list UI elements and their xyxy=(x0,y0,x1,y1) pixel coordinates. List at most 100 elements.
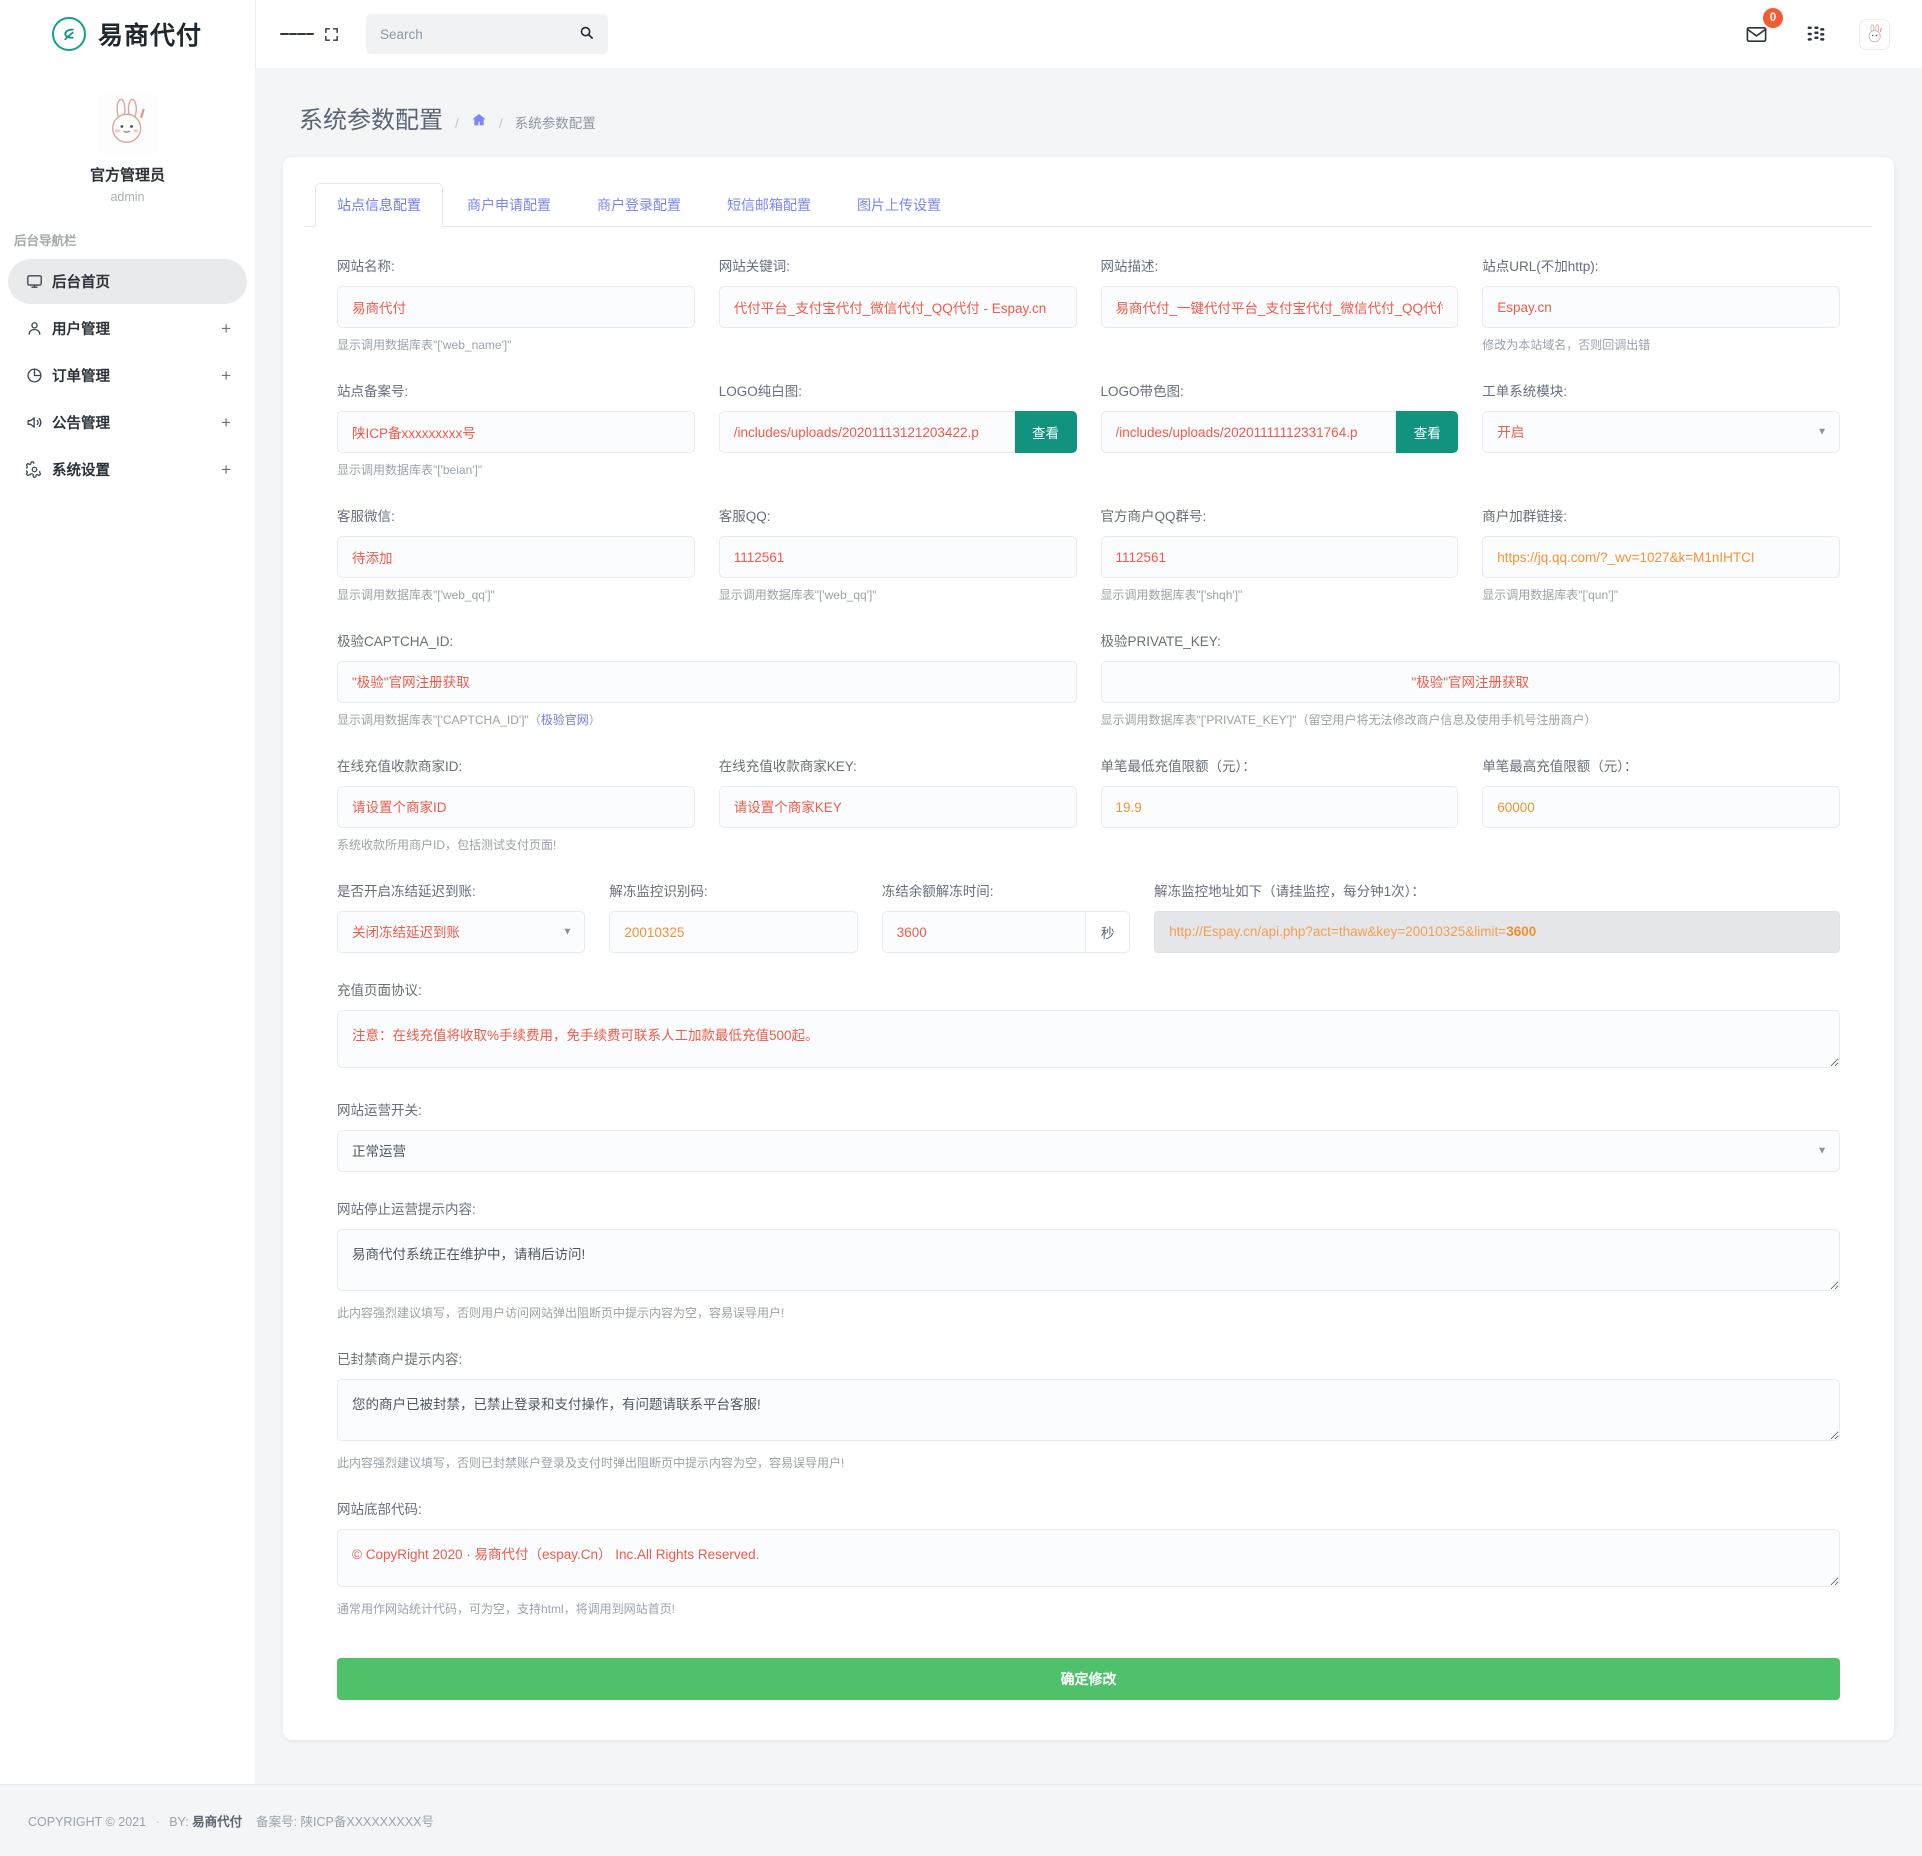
field-stop-notice: 网站停止运营提示内容: 易商代付系统正在维护中，请稍后访问! 此内容强烈建议填写… xyxy=(337,1198,1840,1322)
pie-chart-icon xyxy=(26,367,52,384)
sidebar-item-announcements[interactable]: 公告管理 + xyxy=(8,400,247,445)
thaw-url-prefix: http://Espay.cn/api.php?act=thaw&key=200… xyxy=(1169,924,1507,939)
hint-text: 显示调用数据库表"['CAPTCHA_ID']"（ xyxy=(337,713,541,727)
captcha-id-input[interactable] xyxy=(337,661,1077,703)
select-wrapper: 开启 ▼ xyxy=(1482,411,1840,453)
field-label: 网站停止运营提示内容: xyxy=(337,1202,476,1217)
web-keywords-input[interactable] xyxy=(718,286,1077,328)
field-web-name: 网站名称: 显示调用数据库表"['web_name']" xyxy=(337,255,695,354)
ticket-module-select[interactable]: 开启 xyxy=(1482,411,1840,453)
page-title: 系统参数配置 xyxy=(299,107,443,134)
sidebar-item-dashboard[interactable]: 后台首页 xyxy=(8,259,247,304)
tab-merchant-apply[interactable]: 商户申请配置 xyxy=(445,183,573,227)
kefu-wechat-input[interactable] xyxy=(337,536,695,578)
expand-plus-icon[interactable]: + xyxy=(221,460,231,480)
thaw-key-input[interactable] xyxy=(609,911,858,953)
footer-code-textarea[interactable]: © CopyRight 2020 · 易商代付（espay.Cn） Inc.Al… xyxy=(337,1529,1840,1587)
monitor-icon xyxy=(26,273,52,290)
field-label: 冻结余额解冻时间: xyxy=(881,884,994,899)
qq-group-input[interactable] xyxy=(1100,536,1459,578)
field-thaw-key: 解冻监控识别码: xyxy=(609,880,858,953)
select-wrapper: 关闭冻结延迟到账 ▼ xyxy=(337,911,586,953)
sidebar-item-orders[interactable]: 订单管理 + xyxy=(8,353,247,398)
field-footer-code: 网站底部代码: © CopyRight 2020 · 易商代付（espay.Cn… xyxy=(337,1498,1840,1618)
field-private-key: 极验PRIVATE_KEY: 显示调用数据库表"['PRIVATE_KEY']"… xyxy=(1100,630,1840,729)
field-max-recharge: 单笔最高充值限额（元）： xyxy=(1482,755,1840,828)
sidebar-profile: 官方管理员 admin xyxy=(0,68,255,204)
input-group: 秒 xyxy=(881,911,1131,953)
field-hint: 修改为本站域名，否则回调出错 xyxy=(1482,338,1651,352)
operation-switch-select[interactable]: 正常运营 xyxy=(337,1130,1840,1172)
geetest-official-link[interactable]: 极验官网 xyxy=(541,713,589,727)
page-footer: COPYRIGHT © 2021 · BY: 易商代付 备案号: 陕ICP备XX… xyxy=(0,1784,1922,1856)
mail-badge: 0 xyxy=(1763,8,1783,28)
profile-name: 官方管理员 xyxy=(89,167,165,184)
beian-input[interactable] xyxy=(337,411,695,453)
min-recharge-input[interactable] xyxy=(1100,786,1459,828)
input-group: 查看 xyxy=(1100,411,1459,453)
select-wrapper: 正常运营 ▼ xyxy=(337,1130,1840,1172)
field-hint: 显示调用数据库表"['web_qq']" xyxy=(337,588,495,602)
search-input[interactable] xyxy=(380,26,579,42)
logo-color-input[interactable] xyxy=(1100,411,1397,453)
expand-plus-icon[interactable]: + xyxy=(221,413,231,433)
tab-site-info[interactable]: 站点信息配置 xyxy=(315,183,443,227)
search-icon[interactable] xyxy=(579,25,594,44)
home-icon[interactable] xyxy=(471,112,487,133)
tab-merchant-login[interactable]: 商户登录配置 xyxy=(575,183,703,227)
search-box[interactable] xyxy=(366,14,608,54)
web-description-input[interactable] xyxy=(1100,286,1459,328)
site-url-input[interactable] xyxy=(1482,286,1840,328)
field-hint: 显示调用数据库表"['qun']" xyxy=(1482,588,1619,602)
field-hint: 此内容强烈建议填写，否则已封禁账户登录及支付时弹出阻断页中提示内容为空，容易误导… xyxy=(337,1456,845,1470)
thaw-monitor-url: http://Espay.cn/api.php?act=thaw&key=200… xyxy=(1154,911,1841,953)
group-link-input[interactable] xyxy=(1482,536,1840,578)
max-recharge-input[interactable] xyxy=(1482,786,1840,828)
user-avatar-icon[interactable] xyxy=(1859,18,1890,50)
field-hint: 此内容强烈建议填写，否则用户访问网站弹出阻断页中提示内容为空，容易误导用户! xyxy=(337,1306,785,1320)
recharge-agreement-textarea[interactable]: 注意：在线充值将收取%手续费用，免手续费可联系人工加款最低充值500起。 xyxy=(337,1010,1840,1068)
kefu-qq-input[interactable] xyxy=(718,536,1077,578)
submit-button[interactable]: 确定修改 xyxy=(337,1658,1840,1700)
field-label: 解冻监控地址如下（请挂监控，每分钟1次）： xyxy=(1154,884,1425,899)
profile-username: admin xyxy=(110,190,145,204)
field-web-description: 网站描述: xyxy=(1100,255,1459,328)
brand-logo[interactable]: 易商代付 xyxy=(0,0,255,68)
tab-bar: 站点信息配置 商户申请配置 商户登录配置 短信邮箱配置 图片上传设置 xyxy=(305,183,1872,227)
mail-icon[interactable]: 0 xyxy=(1739,8,1783,51)
field-label: 商户加群链接: xyxy=(1482,509,1568,524)
logo-color-view-button[interactable]: 查看 xyxy=(1396,411,1459,453)
form-row: 在线充值收款商家ID: 系统收款所用商户ID，包括测试支付页面! 在线充值收款商… xyxy=(337,755,1840,876)
web-name-input[interactable] xyxy=(337,286,695,328)
logo-white-view-button[interactable]: 查看 xyxy=(1014,411,1077,453)
form-row: 站点备案号: 显示调用数据库表"['beian']" LOGO纯白图: 查看 xyxy=(337,380,1840,501)
field-hint: 系统收款所用商户ID，包括测试支付页面! xyxy=(337,838,557,852)
merchant-key-input[interactable] xyxy=(718,786,1077,828)
breadcrumb-separator: / xyxy=(455,115,459,131)
thaw-time-input[interactable] xyxy=(881,911,1087,953)
freeze-switch-select[interactable]: 关闭冻结延迟到账 xyxy=(337,911,586,953)
expand-plus-icon[interactable]: + xyxy=(221,319,231,339)
field-operation-switch: 网站运营开关: 正常运营 ▼ xyxy=(337,1099,1840,1172)
private-key-input[interactable] xyxy=(1100,661,1840,703)
megaphone-icon xyxy=(26,414,52,431)
field-label: LOGO纯白图: xyxy=(718,384,803,399)
logo-white-input[interactable] xyxy=(718,411,1015,453)
apps-grid-icon[interactable] xyxy=(1799,17,1833,51)
merchant-id-input[interactable] xyxy=(337,786,695,828)
footer-by-label: BY: xyxy=(169,1815,189,1829)
tab-image-upload[interactable]: 图片上传设置 xyxy=(835,183,963,227)
field-hint: 显示调用数据库表"['PRIVATE_KEY']"（留空用户将无法修改商户信息及… xyxy=(1100,713,1597,727)
stop-notice-textarea[interactable]: 易商代付系统正在维护中，请稍后访问! xyxy=(337,1229,1840,1291)
hint-tail: ） xyxy=(588,713,601,727)
field-label: 在线充值收款商家ID: xyxy=(337,759,463,774)
fullscreen-icon[interactable] xyxy=(314,17,348,51)
tab-sms-email[interactable]: 短信邮箱配置 xyxy=(705,183,833,227)
sidebar-item-users[interactable]: 用户管理 + xyxy=(8,306,247,351)
banned-notice-textarea[interactable]: 您的商户已被封禁，已禁止登录和支付操作，有问题请联系平台客服! xyxy=(337,1379,1840,1441)
user-icon xyxy=(26,320,52,337)
field-label: 网站名称: xyxy=(337,259,395,274)
hamburger-menu-icon[interactable] xyxy=(280,17,314,51)
expand-plus-icon[interactable]: + xyxy=(221,366,231,386)
sidebar-item-system-settings[interactable]: 系统设置 + xyxy=(8,447,247,492)
